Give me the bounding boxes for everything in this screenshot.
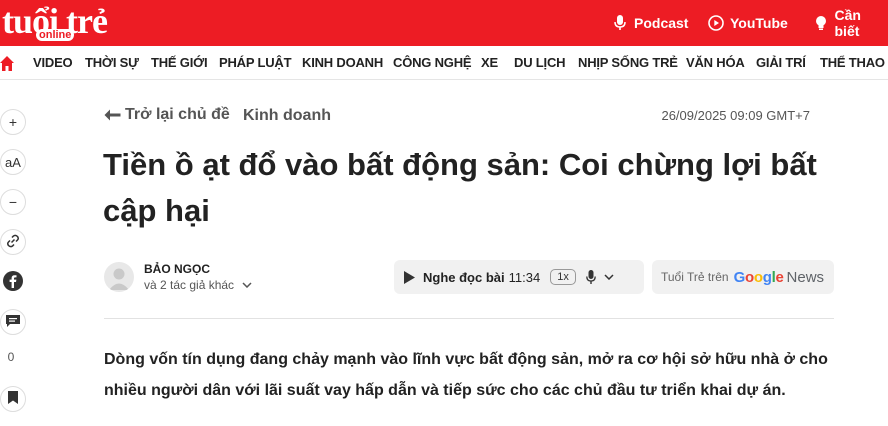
bookmark-icon — [7, 390, 19, 408]
category-link[interactable]: Kinh doanh — [243, 107, 331, 125]
comment-icon — [5, 313, 21, 332]
zoom-out-button[interactable]: − — [0, 189, 26, 215]
nav-item-thoi-su[interactable]: THỜI SỰ — [85, 55, 139, 70]
facebook-icon — [2, 270, 24, 295]
article-title: Tiền ồ ạt đổ vào bất động sản: Coi chừng… — [103, 147, 817, 228]
nav-item-video[interactable]: VIDEO — [33, 55, 73, 70]
microphone-icon — [612, 15, 628, 31]
author-avatar[interactable] — [104, 262, 134, 292]
nav-item-van-hoa[interactable]: VĂN HÓA — [686, 55, 745, 70]
microphone-icon — [585, 269, 596, 285]
logo-online-tag: online — [36, 29, 75, 41]
nav-item-du-lich[interactable]: DU LỊCH — [514, 55, 566, 70]
can-biet-link[interactable]: Cần biết — [813, 7, 888, 39]
publish-datetime: 26/09/2025 09:09 GMT+7 — [661, 108, 810, 123]
divider — [104, 318, 834, 319]
coauthors-toggle[interactable]: và 2 tác giả khác — [144, 278, 252, 292]
audio-player: Nghe đọc bài 11:34 1x — [394, 260, 644, 294]
listen-label[interactable]: Nghe đọc bài — [423, 270, 505, 285]
article-lead: Dòng vốn tín dụng đang chảy mạnh vào lĩn… — [104, 351, 828, 399]
comment-button[interactable] — [0, 309, 26, 335]
nav-item-nhip-song-tre[interactable]: NHỊP SỐNG TRẺ — [578, 55, 678, 70]
bookmark-button[interactable] — [0, 386, 26, 412]
nav-item-kinh-doanh[interactable]: KINH DOANH — [302, 55, 383, 70]
facebook-share-button[interactable] — [0, 269, 26, 295]
youtube-icon — [708, 15, 724, 31]
chevron-down-icon — [242, 282, 252, 288]
podcast-label: Podcast — [634, 15, 689, 31]
font-size-button[interactable]: aA — [0, 149, 26, 175]
nav-item-xe[interactable]: XE — [481, 55, 498, 70]
arrow-left-icon — [104, 109, 121, 121]
can-biet-label: Cần biết — [834, 7, 861, 39]
google-news-label: News — [786, 268, 825, 286]
nav-item-giai-tri[interactable]: GIẢI TRÍ — [756, 55, 806, 70]
nav-item-cong-nghe[interactable]: CÔNG NGHỆ — [393, 55, 472, 70]
back-to-topic-link[interactable]: Trở lại chủ đề — [104, 106, 230, 124]
main-nav: VIDEO THỜI SỰ THẾ GIỚI PHÁP LUẬT KINH DO… — [0, 46, 888, 80]
voice-select[interactable] — [585, 269, 614, 285]
back-to-topic-label: Trở lại chủ đề — [125, 106, 230, 123]
zoom-in-button[interactable]: + — [0, 109, 26, 135]
home-icon[interactable] — [0, 54, 14, 72]
author-name[interactable]: BẢO NGỌC — [144, 262, 210, 276]
audio-duration: 11:34 — [508, 269, 541, 285]
google-news-prefix: Tuổi Trẻ trên — [661, 270, 729, 284]
google-news-follow-button[interactable]: Tuổi Trẻ trên Google News — [652, 260, 834, 294]
link-icon — [6, 234, 20, 251]
youtube-link[interactable]: YouTube — [708, 13, 788, 33]
nav-item-phap-luat[interactable]: PHÁP LUẬT — [219, 55, 292, 70]
comment-count: 0 — [7, 350, 15, 364]
chevron-down-icon — [604, 274, 614, 280]
nav-item-the-thao[interactable]: THỂ THAO — [820, 55, 885, 70]
youtube-label: YouTube — [730, 15, 788, 31]
top-header: tuổi trẻ online Podcast YouTube Cần biết — [0, 0, 888, 46]
nav-item-the-gioi[interactable]: THẾ GIỚI — [151, 55, 208, 70]
google-logo: Google — [733, 268, 784, 286]
lightbulb-icon — [813, 15, 829, 31]
copy-link-button[interactable] — [0, 229, 26, 255]
podcast-link[interactable]: Podcast — [612, 13, 688, 33]
site-logo[interactable]: tuổi trẻ online — [0, 2, 115, 44]
playback-speed-button[interactable]: 1x — [550, 269, 576, 285]
coauthors-label: và 2 tác giả khác — [144, 278, 235, 292]
play-icon[interactable] — [404, 270, 415, 284]
